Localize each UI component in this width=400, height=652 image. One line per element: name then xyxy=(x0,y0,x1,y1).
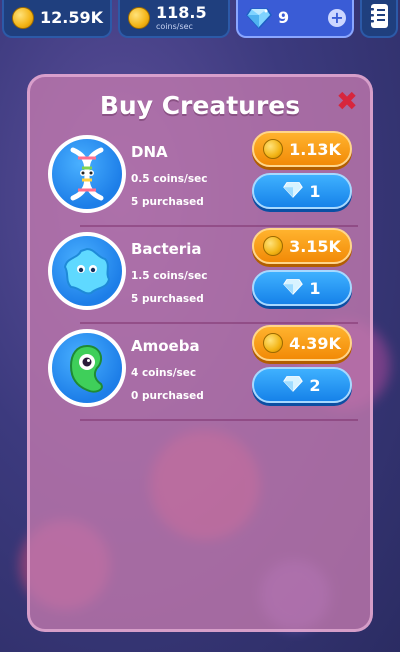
row-divider xyxy=(80,419,358,421)
bacteria-icon xyxy=(48,232,126,310)
coin-icon xyxy=(12,7,34,29)
gem-icon xyxy=(283,278,304,299)
creature-name: Amoeba xyxy=(131,337,200,355)
add-gems-icon[interactable]: + xyxy=(328,9,346,27)
coin-icon xyxy=(128,7,150,29)
creature-rate: 0.5 coins/sec xyxy=(131,173,208,185)
coin-icon xyxy=(263,236,284,256)
creature-rate: 4 coins/sec xyxy=(131,367,197,379)
buy-with-gems-button[interactable]: 1 xyxy=(252,270,352,306)
gem-price: 1 xyxy=(309,181,321,201)
row-divider xyxy=(80,322,358,324)
coin-price: 1.13K xyxy=(289,139,341,159)
coin-icon xyxy=(263,139,284,159)
creature-row-amoeba: Amoeba 4 coins/sec 0 purchased 4.39K 2 xyxy=(30,325,370,421)
creature-owned: 5 purchased xyxy=(131,196,204,208)
creature-name: DNA xyxy=(131,143,168,161)
creature-row-dna: DNA 0.5 coins/sec 5 purchased 1.13K 1 xyxy=(30,131,370,227)
close-icon[interactable]: ✖ xyxy=(336,89,358,115)
gem-balance[interactable]: 9 + xyxy=(236,0,354,38)
notebook-icon xyxy=(368,3,390,33)
buy-with-gems-button[interactable]: 1 xyxy=(252,173,352,209)
coin-rate-block: 118.5 coins/sec xyxy=(156,3,207,32)
creature-rate: 1.5 coins/sec xyxy=(131,270,208,282)
buy-with-coins-button[interactable]: 1.13K xyxy=(252,131,352,167)
buy-creatures-dialog: Buy Creatures ✖ DNA 0.5 coins/sec 5 purc… xyxy=(27,74,373,632)
gem-balance-value: 9 xyxy=(278,8,290,27)
buy-with-gems-button[interactable]: 2 xyxy=(252,367,352,403)
gem-price: 2 xyxy=(309,375,321,395)
menu-button[interactable] xyxy=(360,0,398,38)
gem-icon xyxy=(283,375,304,396)
amoeba-icon xyxy=(48,329,126,407)
gem-icon xyxy=(246,7,272,29)
coin-rate: 118.5 coins/sec xyxy=(118,0,230,38)
coin-price: 4.39K xyxy=(289,333,341,353)
buy-with-coins-button[interactable]: 4.39K xyxy=(252,325,352,361)
coin-rate-unit: coins/sec xyxy=(156,22,193,31)
buy-with-coins-button[interactable]: 3.15K xyxy=(252,228,352,264)
dna-icon xyxy=(48,135,126,213)
gem-icon xyxy=(283,181,304,202)
creature-owned: 5 purchased xyxy=(131,293,204,305)
gem-price: 1 xyxy=(309,278,321,298)
coin-balance: 12.59K xyxy=(2,0,112,38)
dialog-title: Buy Creatures xyxy=(99,91,301,120)
coin-rate-value: 118.5 xyxy=(156,3,207,22)
row-divider xyxy=(80,225,358,227)
coin-icon xyxy=(263,333,284,353)
coin-price: 3.15K xyxy=(289,236,341,256)
coin-balance-value: 12.59K xyxy=(40,8,104,27)
creature-owned: 0 purchased xyxy=(131,390,204,402)
creature-name: Bacteria xyxy=(131,240,202,258)
top-bar: 12.59K 118.5 coins/sec 9 + xyxy=(0,0,400,42)
creature-row-bacteria: Bacteria 1.5 coins/sec 5 purchased 3.15K… xyxy=(30,228,370,324)
